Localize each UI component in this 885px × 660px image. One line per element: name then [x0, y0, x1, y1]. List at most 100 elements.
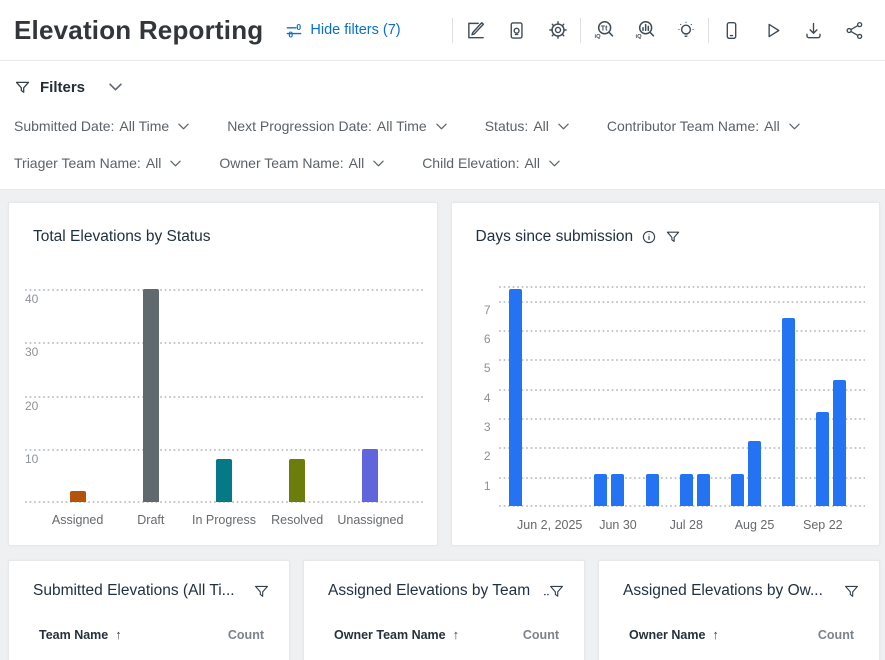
linked-filter-icon[interactable]	[543, 583, 565, 605]
gridline	[499, 418, 866, 420]
y-axis-tick-label: 20	[25, 400, 55, 412]
bar-week-6[interactable]	[731, 474, 744, 506]
chart-title-text: Days since submission	[476, 228, 634, 246]
table-header-row: Owner Name↑ Count	[629, 627, 854, 642]
filter-owner-team-name[interactable]: Owner Team Name:All	[219, 155, 384, 171]
y-axis-tick-label: 7	[465, 304, 491, 316]
hide-filters-button[interactable]: 0 0 Hide filters (7)	[285, 21, 400, 40]
card-days-since-submission: Days since submission 1234567Jun 2, 2025…	[451, 202, 881, 546]
table-card-title: Submitted Elevations (All Ti...	[33, 582, 235, 600]
toolbar-divider	[708, 18, 709, 43]
dashboard-canvas: Total Elevations by Status 10203040Assig…	[0, 190, 885, 660]
svg-text:0: 0	[297, 22, 302, 32]
hide-filters-label: Hide filters (7)	[310, 22, 400, 38]
filter-sliders-icon: 0 0	[285, 21, 304, 40]
gridline	[499, 359, 866, 361]
y-axis-tick-label: 6	[465, 333, 491, 345]
bar-week-7[interactable]	[748, 441, 761, 506]
filter-value: All	[764, 118, 780, 134]
chevron-down-icon	[436, 123, 447, 130]
filter-icon[interactable]	[843, 583, 860, 605]
column-header-count[interactable]: Count	[818, 628, 854, 642]
bar-week-4[interactable]	[680, 474, 693, 506]
y-axis-tick-label: 10	[25, 453, 55, 465]
chevron-down-icon	[558, 123, 569, 130]
filter-bar: Filters Submitted Date:All TimeNext Prog…	[0, 61, 885, 190]
header-toolbar: TtiQiQ	[450, 14, 875, 46]
card-assigned-elevations-by-owner-table: Assigned Elevations by Ow...Owner Name↑C…	[598, 560, 880, 660]
page-header: Elevation Reporting 0 0 Hide filters (7)…	[0, 0, 885, 61]
sort-ascending-icon: ↑	[115, 627, 122, 642]
filter-child-elevation[interactable]: Child Elevation: All	[422, 155, 560, 171]
smart-insights-icon[interactable]	[665, 14, 706, 46]
mobile-preview-icon[interactable]	[711, 14, 752, 46]
filter-contributor-team-name[interactable]: Contributor Team Name:All	[607, 118, 800, 134]
chevron-down-icon	[178, 123, 189, 130]
bar-assigned[interactable]	[70, 491, 86, 502]
filter-value: All	[524, 155, 540, 171]
export-icon[interactable]	[793, 14, 834, 46]
search-text-iq-icon[interactable]: TtiQ	[583, 14, 624, 46]
chart-title: Days since submission	[476, 228, 682, 246]
column-header-count[interactable]: Count	[228, 628, 264, 642]
bar-resolved[interactable]	[289, 459, 305, 502]
chart-title: Total Elevations by Status	[33, 228, 211, 246]
column-header-label: Owner Name	[629, 628, 705, 642]
days-bar-chart-plot: 1234567Jun 2, 2025Jun 30Jul 28Aug 25Sep …	[499, 286, 866, 506]
chevron-down-icon	[373, 160, 384, 167]
column-header-owner-name[interactable]: Owner Name↑	[629, 627, 719, 642]
present-icon[interactable]	[752, 14, 793, 46]
bar-week-5[interactable]	[697, 474, 710, 506]
bar-draft[interactable]	[143, 289, 159, 502]
filter-label: Next Progression Date:	[227, 118, 372, 134]
chevron-down-icon	[789, 123, 800, 130]
table-card-title: Assigned Elevations by Team	[328, 582, 530, 600]
info-icon[interactable]	[641, 229, 657, 245]
funnel-icon	[14, 79, 31, 96]
filter-triager-team-name[interactable]: Triager Team Name:All	[14, 155, 181, 171]
bar-week-10[interactable]	[833, 380, 846, 506]
filter-label: Submitted Date:	[14, 118, 114, 134]
toolbar-divider	[452, 18, 453, 43]
gridline	[499, 301, 866, 303]
filter-value: All Time	[377, 118, 427, 134]
insights-document-icon[interactable]	[496, 14, 537, 46]
chevron-down-icon[interactable]	[109, 83, 122, 91]
x-axis-tick-label: Sep 22	[763, 518, 883, 532]
page-title: Elevation Reporting	[14, 15, 263, 46]
bar-week-0[interactable]	[509, 289, 522, 506]
filter-submitted-date[interactable]: Submitted Date: All Time	[14, 118, 189, 134]
bar-week-2[interactable]	[611, 474, 624, 506]
bar-unassigned[interactable]	[362, 449, 378, 502]
filter-status[interactable]: Status:All	[485, 118, 569, 134]
filter-next-progression-date[interactable]: Next Progression Date: All Time	[227, 118, 447, 134]
column-header-count[interactable]: Count	[523, 628, 559, 642]
filter-icon[interactable]	[665, 229, 681, 245]
svg-text:0: 0	[289, 29, 294, 39]
column-header-team-name[interactable]: Team Name↑	[39, 627, 122, 642]
svg-text:iQ: iQ	[595, 34, 602, 40]
bar-week-9[interactable]	[816, 412, 829, 506]
bar-week-3[interactable]	[646, 474, 659, 506]
filter-value: All	[533, 118, 549, 134]
gridline	[499, 389, 866, 391]
bar-week-1[interactable]	[594, 474, 607, 506]
filter-label: Child Elevation:	[422, 155, 519, 171]
chevron-down-icon	[549, 160, 560, 167]
bar-in-progress[interactable]	[216, 459, 232, 502]
edit-icon[interactable]	[455, 14, 496, 46]
y-axis-tick-label: 5	[465, 362, 491, 374]
toolbar-divider	[580, 18, 581, 43]
settings-icon[interactable]	[537, 14, 578, 46]
svg-text:iQ: iQ	[636, 34, 643, 40]
share-icon[interactable]	[834, 14, 875, 46]
filters-header[interactable]: Filters	[14, 77, 871, 97]
bar-week-8[interactable]	[782, 318, 795, 506]
y-axis-tick-label: 3	[465, 421, 491, 433]
column-header-owner-team-name[interactable]: Owner Team Name↑	[334, 627, 459, 642]
filter-icon[interactable]	[253, 583, 270, 605]
search-chart-iq-icon[interactable]: iQ	[624, 14, 665, 46]
filter-value: All Time	[119, 118, 169, 134]
chart-title-text: Total Elevations by Status	[33, 228, 211, 246]
y-axis-tick-label: 4	[465, 392, 491, 404]
